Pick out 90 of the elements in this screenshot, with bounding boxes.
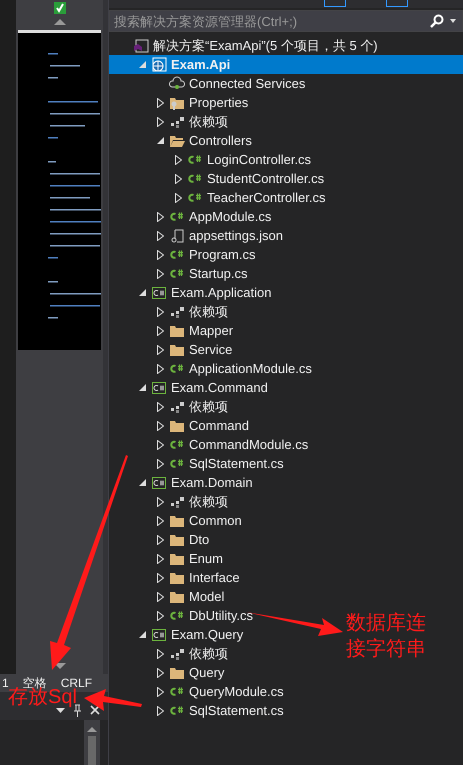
tree-item[interactable]: TeacherController.cs [109, 188, 330, 207]
tree-item[interactable]: Dto [109, 530, 214, 549]
expand-arrow[interactable] [174, 192, 182, 202]
expand-arrow[interactable] [156, 344, 164, 354]
tree-item[interactable]: 依赖项 [109, 644, 232, 663]
tree-item[interactable]: Program.cs [109, 245, 260, 264]
search-icon[interactable] [430, 14, 444, 28]
tree-item[interactable]: Common [109, 511, 246, 530]
tree-item[interactable]: Mapper [109, 321, 238, 340]
search-field[interactable]: 搜索解决方案资源管理器(Ctrl+;) [109, 10, 463, 32]
tree-item[interactable]: Model [109, 587, 228, 606]
expand-arrow[interactable] [156, 440, 164, 450]
tree-item[interactable]: Service [109, 340, 236, 359]
expand-arrow[interactable] [174, 174, 182, 184]
tree-item[interactable]: Properties [109, 93, 252, 112]
scroll-up-arrow[interactable] [54, 19, 66, 25]
expand-arrow[interactable] [156, 420, 164, 430]
tree-item[interactable]: 依赖项 [109, 397, 232, 416]
tree-item[interactable]: ApplicationModule.cs [109, 359, 316, 378]
expand-arrow[interactable] [156, 268, 164, 278]
tab-marker[interactable] [324, 0, 346, 7]
dropdown-icon[interactable] [448, 18, 458, 24]
tree-item[interactable]: SqlStatement.cs [109, 454, 288, 473]
csharp-project-icon [151, 380, 167, 396]
close-icon[interactable] [90, 705, 100, 715]
web-project-icon [151, 56, 167, 72]
expand-arrow[interactable] [156, 706, 164, 716]
tree-item[interactable]: CommandModule.cs [109, 435, 312, 454]
tree-item[interactable]: Exam.Query [109, 625, 248, 644]
cloud-icon [169, 76, 185, 92]
expand-arrow[interactable] [156, 572, 164, 582]
tree-item[interactable]: Controllers [109, 131, 256, 150]
tree-item[interactable]: 解决方案“ExamApi”(5 个项目，共 5 个) [109, 36, 382, 55]
minimap-drawing[interactable] [18, 30, 101, 350]
expand-arrow[interactable] [156, 554, 164, 564]
expand-arrow[interactable] [156, 212, 164, 222]
tree-item[interactable]: Exam.Api [109, 55, 463, 74]
tab-marker[interactable] [386, 0, 408, 7]
expand-arrow[interactable] [156, 686, 164, 696]
tree-item[interactable]: DbUtility.cs [109, 606, 258, 625]
dropdown-icon[interactable] [56, 708, 65, 712]
tree-item[interactable]: AppModule.cs [109, 207, 276, 226]
expand-arrow[interactable] [156, 250, 164, 260]
tree-item[interactable]: Startup.cs [109, 264, 252, 283]
expand-arrow[interactable] [156, 458, 164, 468]
collapse-arrow[interactable] [138, 631, 146, 638]
tree-item[interactable]: Exam.Domain [109, 473, 257, 492]
expand-arrow[interactable] [156, 516, 164, 526]
tree-item[interactable]: Command [109, 416, 253, 435]
tree-item[interactable]: 依赖项 [109, 302, 232, 321]
expand-arrow[interactable] [156, 534, 164, 544]
check-icon [54, 2, 66, 14]
tree-item[interactable]: appsettings.json [109, 226, 287, 245]
csharp-project-icon [151, 284, 167, 300]
collapse-arrow[interactable] [138, 289, 146, 296]
tree-item[interactable]: QueryModule.cs [109, 682, 288, 701]
collapse-arrow[interactable] [138, 479, 146, 486]
expand-arrow[interactable] [156, 610, 164, 620]
expand-arrow[interactable] [156, 116, 164, 126]
expand-arrow[interactable] [156, 98, 164, 108]
tree-item[interactable]: Query [109, 663, 228, 682]
tree-item[interactable]: Enum [109, 549, 227, 568]
expand-arrow[interactable] [156, 402, 164, 412]
expand-arrow[interactable] [156, 230, 164, 240]
tree-item[interactable]: Connected Services [109, 74, 310, 93]
expand-arrow[interactable] [156, 496, 164, 506]
tree-item[interactable]: StudentController.cs [109, 169, 328, 188]
tree-item[interactable]: 依赖项 [109, 492, 232, 511]
csharp-project-icon [151, 474, 167, 490]
annotation-text: 数据库连接字符串 [346, 611, 426, 662]
solution-icon [133, 38, 149, 54]
expand-arrow[interactable] [156, 592, 164, 602]
tree-item[interactable]: 依赖项 [109, 112, 232, 131]
json-file-icon [169, 228, 185, 244]
csharp-project-icon [151, 626, 167, 642]
expand-arrow[interactable] [156, 364, 164, 374]
tree-item[interactable]: Exam.Application [109, 283, 276, 302]
expand-arrow[interactable] [156, 326, 164, 336]
column-number: 1 [2, 676, 9, 690]
tree-item[interactable]: SqlStatement.cs [109, 701, 288, 720]
expand-arrow[interactable] [156, 668, 164, 678]
tree-item[interactable]: LoginController.cs [109, 150, 316, 169]
expand-arrow[interactable] [156, 306, 164, 316]
tree-item[interactable]: Exam.Command [109, 378, 272, 397]
annotation-arrow [84, 689, 142, 711]
collapse-arrow[interactable] [156, 137, 164, 144]
expand-arrow[interactable] [156, 648, 164, 658]
expand-arrow[interactable] [174, 154, 182, 164]
tree-item[interactable]: Interface [109, 568, 244, 587]
collapse-arrow[interactable] [138, 384, 146, 391]
